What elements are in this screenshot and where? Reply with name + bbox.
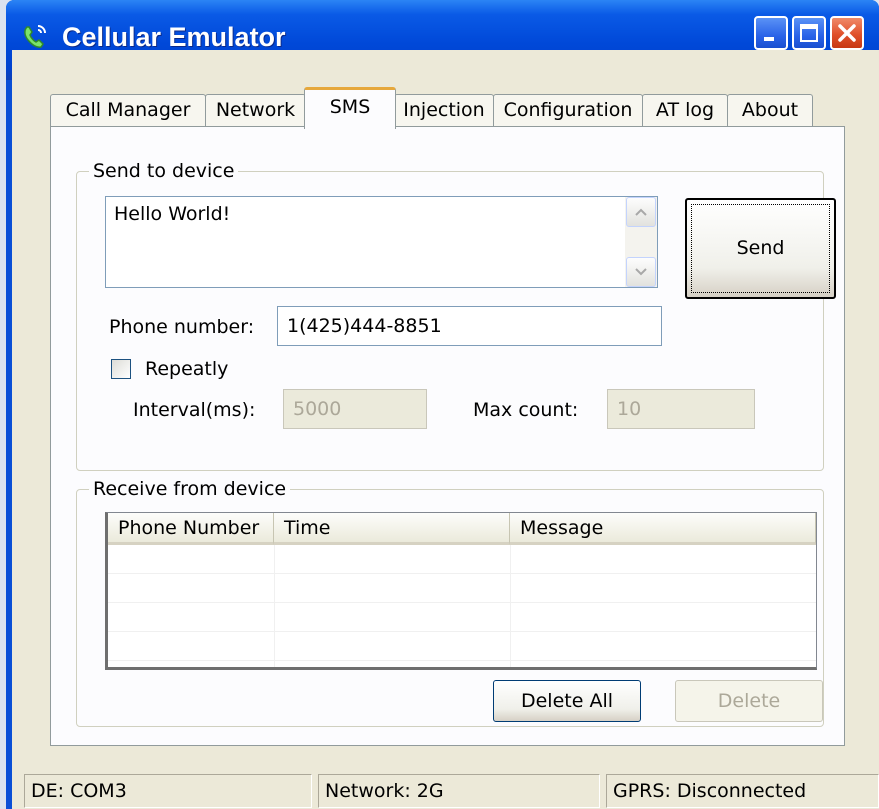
- tab-call-manager[interactable]: Call Manager: [50, 94, 206, 127]
- list-item: [108, 574, 816, 603]
- delete-button[interactable]: Delete: [675, 680, 823, 722]
- max-count-input[interactable]: 10: [607, 389, 755, 429]
- message-text: Hello World!: [114, 203, 231, 225]
- minimize-icon: [764, 37, 774, 41]
- interval-label: Interval(ms):: [133, 399, 256, 421]
- close-button[interactable]: [830, 16, 864, 50]
- received-messages-list[interactable]: Phone Number Time Message: [105, 512, 817, 670]
- maximize-button[interactable]: [792, 16, 826, 50]
- receive-group: Receive from device Phone Number Time Me…: [76, 477, 824, 727]
- message-textarea[interactable]: Hello World!: [105, 196, 658, 288]
- status-gprs: GPRS: Disconnected: [606, 774, 879, 808]
- send-button[interactable]: Send: [685, 198, 836, 299]
- tab-sms[interactable]: SMS: [304, 87, 396, 129]
- chevron-down-icon: [635, 268, 647, 276]
- column-message[interactable]: Message: [510, 513, 816, 545]
- scroll-down-button[interactable]: [626, 257, 656, 287]
- list-item: [108, 632, 816, 661]
- send-group-label: Send to device: [89, 159, 239, 183]
- close-icon: [838, 24, 856, 42]
- maximize-icon: [800, 24, 818, 42]
- interval-input[interactable]: 5000: [283, 389, 427, 429]
- status-network: Network: 2G: [318, 774, 600, 808]
- repeatly-label: Repeatly: [145, 358, 229, 380]
- chevron-up-icon: [635, 208, 647, 216]
- scroll-up-button[interactable]: [626, 197, 656, 227]
- tab-at-log[interactable]: AT log: [642, 94, 728, 127]
- phone-icon: [24, 25, 46, 48]
- minimize-button[interactable]: [754, 16, 788, 50]
- message-scrollbar[interactable]: [625, 197, 657, 287]
- list-item: [108, 545, 816, 574]
- status-device: DE: COM3: [24, 774, 312, 808]
- phone-number-input[interactable]: 1(425)444-8851: [277, 306, 662, 346]
- dialog-client: Call Manager Network SMS Injection Confi…: [12, 50, 879, 809]
- column-phone-number[interactable]: Phone Number: [108, 513, 274, 545]
- status-bar: DE: COM3 Network: 2G GPRS: Disconnected: [12, 768, 879, 809]
- list-header: Phone Number Time Message: [108, 513, 816, 545]
- app-window: Cellular Emulator Call Manager Network S…: [6, 0, 879, 809]
- repeatly-checkbox[interactable]: [111, 359, 131, 379]
- list-item: [108, 603, 816, 632]
- sms-tab-panel: Send to device Hello World! Send Phone n…: [50, 126, 845, 746]
- send-button-label: Send: [736, 237, 785, 259]
- receive-group-label: Receive from device: [89, 477, 291, 501]
- tab-configuration[interactable]: Configuration: [493, 94, 643, 127]
- phone-number-label: Phone number:: [109, 316, 255, 338]
- column-time[interactable]: Time: [274, 513, 510, 545]
- delete-all-button[interactable]: Delete All: [493, 680, 641, 722]
- tab-about[interactable]: About: [727, 94, 813, 127]
- window-title: Cellular Emulator: [62, 22, 286, 52]
- tab-injection[interactable]: Injection: [394, 94, 494, 127]
- max-count-label: Max count:: [473, 399, 579, 421]
- send-group: Send to device Hello World! Send Phone n…: [76, 159, 836, 471]
- tab-network[interactable]: Network: [205, 94, 306, 127]
